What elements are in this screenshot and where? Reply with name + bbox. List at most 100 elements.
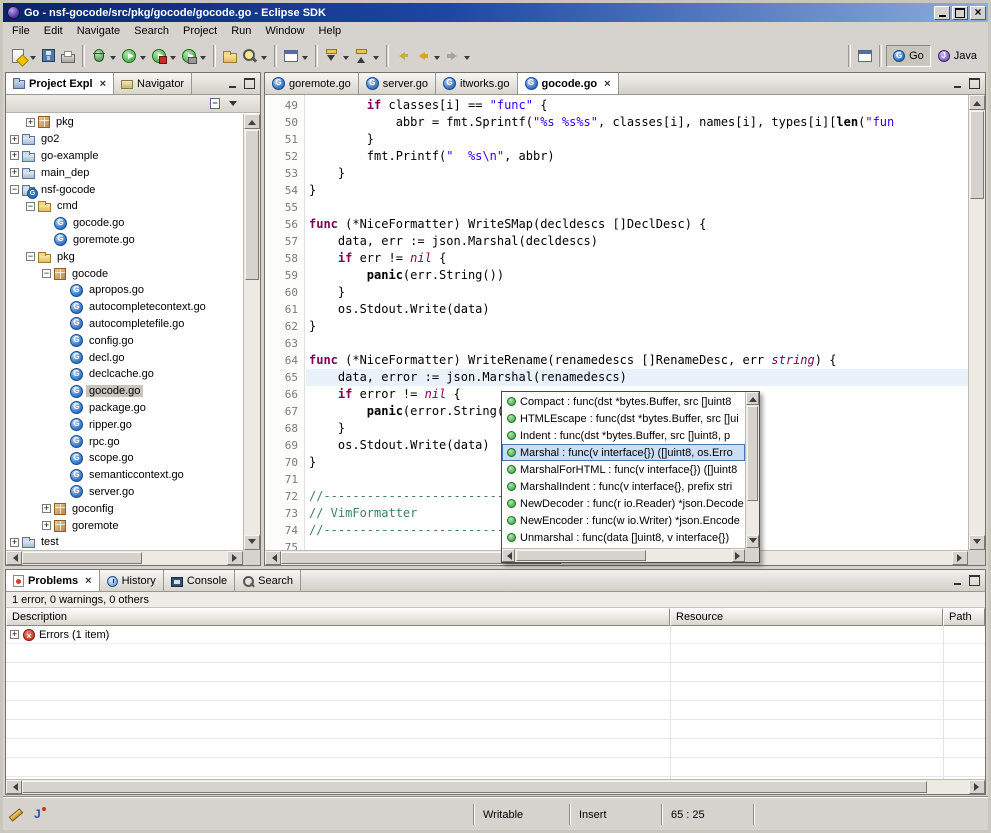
tree-item-apropos-go[interactable]: apropos.go xyxy=(6,282,243,299)
tree-item-nsf-gocode[interactable]: −nsf-gocode xyxy=(6,181,243,198)
explorer-horizontal-scrollbar[interactable] xyxy=(6,550,243,565)
menu-help[interactable]: Help xyxy=(312,23,349,39)
code-line-57[interactable]: data, err := json.Marshal(decldescs) xyxy=(306,233,968,250)
code-line-55[interactable] xyxy=(306,199,968,216)
forward-dropdown-arrow[interactable] xyxy=(464,56,470,63)
tree-item-goconfig[interactable]: +goconfig xyxy=(6,500,243,517)
code-line-51[interactable]: } xyxy=(306,131,968,148)
autocomplete-item[interactable]: Compact : func(dst *bytes.Buffer, src []… xyxy=(502,393,745,410)
run-history-dropdown-arrow[interactable] xyxy=(170,56,176,63)
explorer-tab-project-expl[interactable]: Project Expl× xyxy=(6,73,114,94)
code-line-58[interactable]: if err != nil { xyxy=(306,250,968,267)
editor-tab-gocode-go[interactable]: gocode.go× xyxy=(518,73,619,94)
plus-expander-icon[interactable]: + xyxy=(42,521,51,530)
previous-annotation-button[interactable] xyxy=(352,44,382,68)
bottom-tab-problems[interactable]: Problems× xyxy=(6,570,100,591)
run-button[interactable] xyxy=(119,44,149,68)
autocomplete-item[interactable]: Marshal : func(v interface{}) ([]uint8, … xyxy=(502,444,745,461)
menu-navigate[interactable]: Navigate xyxy=(70,23,127,39)
run-dropdown-arrow[interactable] xyxy=(140,56,146,63)
tree-item-rpc-go[interactable]: rpc.go xyxy=(6,433,243,450)
new-window-button[interactable] xyxy=(281,44,311,68)
minimize-button[interactable] xyxy=(934,6,950,20)
autocomplete-item[interactable]: MarshalIndent : func(v interface{}, pref… xyxy=(502,478,745,495)
last-edit-location-button[interactable] xyxy=(393,44,413,68)
tree-item-goremote-go[interactable]: goremote.go xyxy=(6,232,243,249)
collapse-all-icon[interactable] xyxy=(208,97,222,110)
editor-tab-itworks-go[interactable]: itworks.go xyxy=(436,73,518,94)
problems-row-errors-1-item[interactable]: +Errors (1 item) xyxy=(6,626,985,644)
explorer-vertical-scrollbar[interactable] xyxy=(243,114,260,550)
minus-expander-icon[interactable]: − xyxy=(42,269,51,278)
tree-item-go-example[interactable]: +go-example xyxy=(6,148,243,165)
tree-item-package-go[interactable]: package.go xyxy=(6,400,243,417)
autocomplete-item[interactable]: Unmarshal : func(data []uint8, v interfa… xyxy=(502,529,745,546)
minus-expander-icon[interactable]: − xyxy=(26,202,35,211)
scrollbar-thumb[interactable] xyxy=(516,550,646,561)
tree-item-pkg[interactable]: −pkg xyxy=(6,248,243,265)
menu-edit[interactable]: Edit xyxy=(37,23,70,39)
tree-item-goremote[interactable]: +goremote xyxy=(6,517,243,534)
tree-item-gocode-go[interactable]: gocode.go xyxy=(6,383,243,400)
scroll-right-button[interactable] xyxy=(969,780,985,794)
scrollbar-thumb[interactable] xyxy=(747,406,758,501)
editor-tab-server-go[interactable]: server.go xyxy=(359,73,436,94)
scroll-right-button[interactable] xyxy=(227,551,243,565)
plus-expander-icon[interactable]: + xyxy=(10,135,19,144)
plus-expander-icon[interactable]: + xyxy=(42,504,51,513)
code-line-64[interactable]: func (*NiceFormatter) WriteRename(rename… xyxy=(306,352,968,369)
next-annotation-dropdown-arrow[interactable] xyxy=(343,56,349,63)
tree-item-cmd[interactable]: −cmd xyxy=(6,198,243,215)
scrollbar-thumb[interactable] xyxy=(22,781,927,793)
scrollbar-thumb[interactable] xyxy=(245,130,259,280)
column-header-path[interactable]: Path xyxy=(943,608,985,626)
title-bar[interactable]: Go - nsf-gocode/src/pkg/gocode/gocode.go… xyxy=(3,3,988,22)
scroll-left-button[interactable] xyxy=(502,549,515,562)
run-history-button[interactable] xyxy=(149,44,179,68)
print-button[interactable] xyxy=(58,44,78,68)
next-annotation-button[interactable] xyxy=(322,44,352,68)
plus-expander-icon[interactable]: + xyxy=(10,630,19,639)
tree-item-autocompletefile-go[interactable]: autocompletefile.go xyxy=(6,316,243,333)
minimize-view-icon[interactable] xyxy=(225,77,239,90)
autocomplete-item[interactable]: HTMLEscape : func(dst *bytes.Buffer, src… xyxy=(502,410,745,427)
view-menu-icon[interactable] xyxy=(226,97,240,110)
open-perspective-button[interactable] xyxy=(855,44,875,68)
plus-expander-icon[interactable]: + xyxy=(26,118,35,127)
fast-view-pencil-icon[interactable] xyxy=(7,805,25,823)
scroll-up-button[interactable] xyxy=(244,114,260,129)
external-tools-dropdown-arrow[interactable] xyxy=(200,56,206,63)
previous-annotation-dropdown-arrow[interactable] xyxy=(373,56,379,63)
tree-item-gocode-go[interactable]: gocode.go xyxy=(6,215,243,232)
menu-project[interactable]: Project xyxy=(176,23,224,39)
menu-search[interactable]: Search xyxy=(127,23,176,39)
perspective-go-button[interactable]: Go xyxy=(886,45,931,67)
tree-item-decl-go[interactable]: decl.go xyxy=(6,349,243,366)
code-line-56[interactable]: func (*NiceFormatter) WriteSMap(decldesc… xyxy=(306,216,968,233)
tree-item-scope-go[interactable]: scope.go xyxy=(6,450,243,467)
tree-item-main-dep[interactable]: +main_dep xyxy=(6,164,243,181)
code-line-65[interactable]: data, error := json.Marshal(renamedescs) xyxy=(306,369,968,386)
external-tools-button[interactable] xyxy=(179,44,209,68)
maximize-view-icon[interactable] xyxy=(242,77,256,90)
save-button[interactable] xyxy=(39,44,58,68)
perspective-java-button[interactable]: Java xyxy=(931,45,984,67)
explorer-tab-navigator[interactable]: Navigator xyxy=(114,73,192,94)
scroll-down-button[interactable] xyxy=(746,535,759,548)
scroll-right-button[interactable] xyxy=(952,551,968,565)
tree-item-semanticcontext-go[interactable]: semanticcontext.go xyxy=(6,467,243,484)
autocomplete-vertical-scrollbar[interactable] xyxy=(745,392,759,548)
tree-item-server-go[interactable]: server.go xyxy=(6,484,243,501)
open-folder-button[interactable] xyxy=(220,44,240,68)
problems-horizontal-scrollbar[interactable] xyxy=(6,779,985,794)
scroll-right-button[interactable] xyxy=(732,549,745,562)
autocomplete-item[interactable]: MarshalForHTML : func(v interface{}) ([]… xyxy=(502,461,745,478)
bottom-tab-search[interactable]: Search xyxy=(235,570,301,591)
minimize-view-icon[interactable] xyxy=(950,574,964,587)
column-header-resource[interactable]: Resource xyxy=(670,608,943,626)
code-line-53[interactable]: } xyxy=(306,165,968,182)
close-icon[interactable]: × xyxy=(604,78,610,90)
close-icon[interactable]: × xyxy=(100,78,106,90)
scroll-down-button[interactable] xyxy=(969,535,985,550)
autocomplete-item[interactable]: NewDecoder : func(r io.Reader) *json.Dec… xyxy=(502,495,745,512)
